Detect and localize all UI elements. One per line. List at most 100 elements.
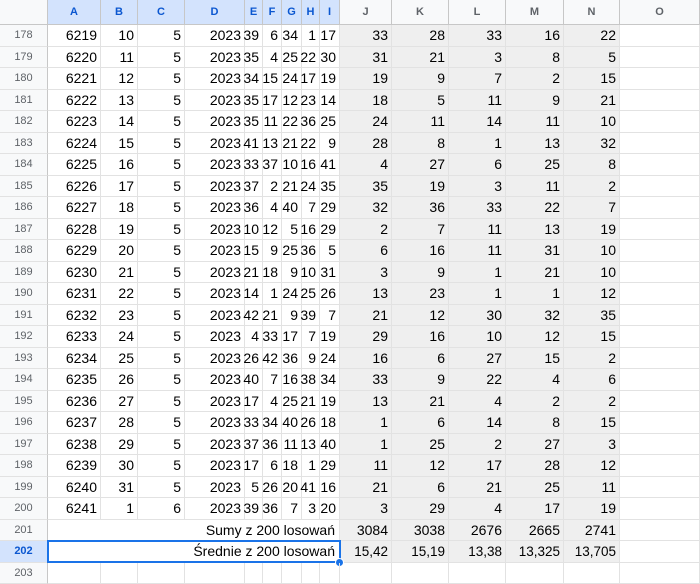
row-header-201[interactable]: 201: [0, 520, 48, 542]
cell-d180[interactable]: 2023: [185, 68, 245, 90]
row-header-189[interactable]: 189: [0, 262, 48, 284]
cell-a182[interactable]: 6223: [48, 111, 101, 133]
cell-b199[interactable]: 31: [101, 477, 138, 499]
cell-c200[interactable]: 6: [138, 498, 185, 520]
cell-a197[interactable]: 6238: [48, 434, 101, 456]
cell-n198[interactable]: 12: [564, 455, 620, 477]
cell-l189[interactable]: 1: [449, 262, 506, 284]
row-header-196[interactable]: 196: [0, 412, 48, 434]
cell-n184[interactable]: 8: [564, 154, 620, 176]
cell-h181[interactable]: 23: [302, 90, 320, 112]
cell-c187[interactable]: 5: [138, 219, 185, 241]
cell-o186[interactable]: [620, 197, 700, 219]
cell-n179[interactable]: 5: [564, 47, 620, 69]
cell-f189[interactable]: 18: [263, 262, 282, 284]
cell-o190[interactable]: [620, 283, 700, 305]
cell-m188[interactable]: 31: [506, 240, 564, 262]
cell-o197[interactable]: [620, 434, 700, 456]
cell-a194[interactable]: 6235: [48, 369, 101, 391]
cell-l190[interactable]: 1: [449, 283, 506, 305]
cell-f187[interactable]: 12: [263, 219, 282, 241]
cell-e185[interactable]: 37: [245, 176, 263, 198]
cell-d189[interactable]: 2023: [185, 262, 245, 284]
cell-k192[interactable]: 16: [392, 326, 449, 348]
cell-o188[interactable]: [620, 240, 700, 262]
cell-o191[interactable]: [620, 305, 700, 327]
cell-h198[interactable]: 1: [302, 455, 320, 477]
cell-k185[interactable]: 19: [392, 176, 449, 198]
cell-g186[interactable]: 40: [282, 197, 302, 219]
cell-e197[interactable]: 37: [245, 434, 263, 456]
cell-b191[interactable]: 23: [101, 305, 138, 327]
cell-o181[interactable]: [620, 90, 700, 112]
cell-k196[interactable]: 6: [392, 412, 449, 434]
cell-b197[interactable]: 29: [101, 434, 138, 456]
cell-d203[interactable]: [185, 563, 245, 584]
cell-l187[interactable]: 11: [449, 219, 506, 241]
cell-n181[interactable]: 21: [564, 90, 620, 112]
cell-b186[interactable]: 18: [101, 197, 138, 219]
cell-j187[interactable]: 2: [340, 219, 392, 241]
cell-o185[interactable]: [620, 176, 700, 198]
cell-g188[interactable]: 25: [282, 240, 302, 262]
cell-j195[interactable]: 13: [340, 391, 392, 413]
cell-d178[interactable]: 2023: [185, 25, 245, 47]
cell-m193[interactable]: 15: [506, 348, 564, 370]
cell-m189[interactable]: 21: [506, 262, 564, 284]
cell-a178[interactable]: 6219: [48, 25, 101, 47]
cell-d197[interactable]: 2023: [185, 434, 245, 456]
cell-l200[interactable]: 4: [449, 498, 506, 520]
cell-l179[interactable]: 3: [449, 47, 506, 69]
sum-value-j[interactable]: 3084: [340, 520, 392, 542]
cell-j198[interactable]: 11: [340, 455, 392, 477]
cell-l193[interactable]: 27: [449, 348, 506, 370]
row-header-203[interactable]: 203: [0, 563, 48, 584]
cell-d196[interactable]: 2023: [185, 412, 245, 434]
cell-m181[interactable]: 9: [506, 90, 564, 112]
cell-o194[interactable]: [620, 369, 700, 391]
cell-b203[interactable]: [101, 563, 138, 584]
cell-b192[interactable]: 24: [101, 326, 138, 348]
cell-e192[interactable]: 4: [245, 326, 263, 348]
cell-l196[interactable]: 14: [449, 412, 506, 434]
cell-f185[interactable]: 2: [263, 176, 282, 198]
cell-o183[interactable]: [620, 133, 700, 155]
cell-d199[interactable]: 2023: [185, 477, 245, 499]
cell-m182[interactable]: 11: [506, 111, 564, 133]
cell-b185[interactable]: 17: [101, 176, 138, 198]
average-value-j[interactable]: 15,42: [340, 541, 392, 563]
cell-e195[interactable]: 17: [245, 391, 263, 413]
cell-c197[interactable]: 5: [138, 434, 185, 456]
cell-a198[interactable]: 6239: [48, 455, 101, 477]
cell-c188[interactable]: 5: [138, 240, 185, 262]
cell-m185[interactable]: 11: [506, 176, 564, 198]
cell-l197[interactable]: 2: [449, 434, 506, 456]
cell-o184[interactable]: [620, 154, 700, 176]
row-header-185[interactable]: 185: [0, 176, 48, 198]
cell-h183[interactable]: 22: [302, 133, 320, 155]
cell-i190[interactable]: 26: [320, 283, 340, 305]
cell-o203[interactable]: [620, 563, 700, 584]
cell-f200[interactable]: 36: [263, 498, 282, 520]
cell-f182[interactable]: 11: [263, 111, 282, 133]
cell-l178[interactable]: 33: [449, 25, 506, 47]
cell-o202[interactable]: [620, 541, 700, 563]
cell-n188[interactable]: 10: [564, 240, 620, 262]
row-header-181[interactable]: 181: [0, 90, 48, 112]
cell-j183[interactable]: 28: [340, 133, 392, 155]
cell-i188[interactable]: 5: [320, 240, 340, 262]
cell-k183[interactable]: 8: [392, 133, 449, 155]
cell-o195[interactable]: [620, 391, 700, 413]
cell-f181[interactable]: 17: [263, 90, 282, 112]
cell-n182[interactable]: 10: [564, 111, 620, 133]
cell-a180[interactable]: 6221: [48, 68, 101, 90]
cell-n190[interactable]: 12: [564, 283, 620, 305]
cell-k197[interactable]: 25: [392, 434, 449, 456]
cell-j181[interactable]: 18: [340, 90, 392, 112]
cell-b178[interactable]: 10: [101, 25, 138, 47]
cell-m200[interactable]: 17: [506, 498, 564, 520]
sum-value-m[interactable]: 2665: [506, 520, 564, 542]
cell-m192[interactable]: 12: [506, 326, 564, 348]
cell-c189[interactable]: 5: [138, 262, 185, 284]
cell-f190[interactable]: 1: [263, 283, 282, 305]
